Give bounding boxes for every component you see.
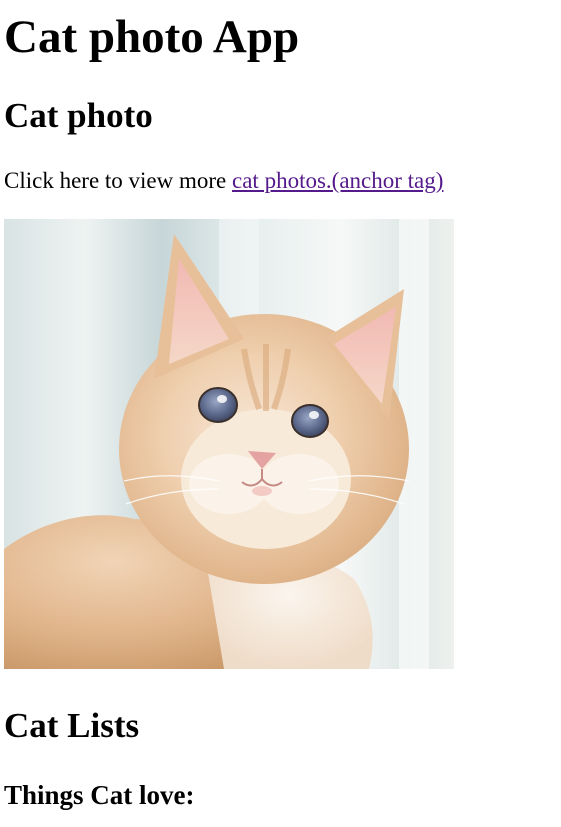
cat-photo-heading: Cat photo: [4, 96, 153, 135]
intro-paragraph: Click here to view more cat photos.(anch…: [4, 167, 443, 195]
cat-lists-heading: Cat Lists: [4, 706, 140, 745]
page-title: Cat photo App: [4, 11, 300, 63]
intro-text: Click here to view more: [4, 168, 233, 193]
things-cat-love-heading: Things Cat love:: [4, 780, 195, 810]
kitten-image[interactable]: [4, 219, 454, 669]
cat-photos-link[interactable]: cat photos.(anchor tag): [232, 168, 443, 193]
